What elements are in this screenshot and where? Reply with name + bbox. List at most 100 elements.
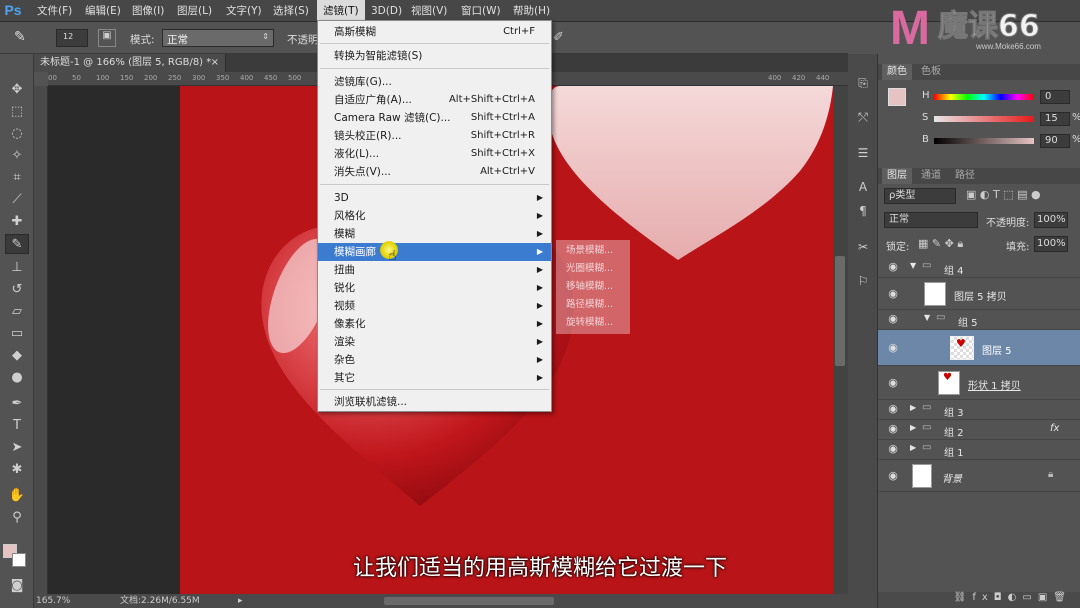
menu-item-render[interactable]: 渲染 ▶ — [318, 333, 551, 351]
tab-channels[interactable]: 通道 — [916, 168, 946, 184]
menu-filter[interactable]: 滤镜(T) — [317, 0, 365, 22]
eye-icon[interactable]: ◉ — [884, 312, 902, 328]
layer-row[interactable]: ◉ ♥ 形状 1 拷贝 — [878, 366, 1080, 400]
blur-tool-icon[interactable]: ◆ — [5, 346, 29, 366]
menu-item-other[interactable]: 其它 ▶ — [318, 369, 551, 387]
close-icon[interactable]: × — [211, 54, 219, 72]
menu-item-blur[interactable]: 模糊 ▶ — [318, 225, 551, 243]
menu-3d[interactable]: 3D(D) — [368, 0, 405, 22]
color-swatch-foreground[interactable] — [888, 88, 906, 106]
menu-item-stylize[interactable]: 风格化 ▶ — [318, 207, 551, 225]
blend-mode-select[interactable]: 正常 — [884, 212, 978, 228]
saturation-input[interactable]: 15 — [1040, 112, 1070, 126]
hand-tool-icon[interactable]: ✋ — [5, 486, 29, 506]
gradient-tool-icon[interactable]: ▭ — [5, 324, 29, 344]
fill-input[interactable]: 100% — [1034, 236, 1068, 252]
menu-view[interactable]: 视图(V) — [408, 0, 450, 22]
menu-item-noise[interactable]: 杂色 ▶ — [318, 351, 551, 369]
paragraph-icon[interactable]: ¶ — [854, 204, 872, 222]
saturation-slider[interactable] — [934, 116, 1034, 122]
eye-icon[interactable]: ◉ — [884, 341, 902, 357]
type-tool-icon[interactable]: T — [5, 416, 29, 436]
menu-item-camera-raw[interactable]: Camera Raw 滤镜(C)... Shift+Ctrl+A — [318, 109, 551, 127]
layer-filter-kind[interactable]: ρ类型 — [884, 188, 956, 204]
menu-file[interactable]: 文件(F) — [34, 0, 75, 22]
menu-item-smart-filter[interactable]: 转换为智能滤镜(S) — [318, 47, 551, 65]
stamp-tool-icon[interactable]: ⊥ — [5, 258, 29, 278]
tab-paths[interactable]: 路径 — [950, 168, 980, 184]
status-menu-arrow-icon[interactable]: ▸ — [238, 594, 243, 608]
scrollbar-thumb[interactable] — [835, 256, 845, 366]
layer-filter-icons[interactable]: ▣ ◐ T ⬚ ▤ ● — [966, 188, 1076, 204]
eye-icon[interactable]: ◉ — [884, 422, 902, 438]
tab-color[interactable]: 颜色 — [882, 64, 912, 80]
eyedropper-tool-icon[interactable]: ⟋ — [5, 190, 29, 210]
crop-tool-icon[interactable]: ⌗ — [5, 168, 29, 188]
brush-tool-icon[interactable]: ✎ — [5, 234, 29, 254]
hue-slider[interactable] — [934, 94, 1034, 100]
history-icon[interactable]: ⎘ — [854, 76, 872, 94]
menu-item-pixelate[interactable]: 像素化 ▶ — [318, 315, 551, 333]
layer-row-selected[interactable]: ◉ ♥ 图层 5 — [878, 330, 1080, 366]
layer-row[interactable]: ◉ ▼ ▭ 组 4 — [878, 258, 1080, 278]
move-tool-icon[interactable]: ✥ — [5, 80, 29, 100]
pen-tool-icon[interactable]: ✒ — [5, 394, 29, 414]
horizontal-scrollbar-thumb[interactable] — [384, 597, 554, 605]
menu-item-liquify[interactable]: 液化(L)... Shift+Ctrl+X — [318, 145, 551, 163]
dodge-tool-icon[interactable]: ● — [5, 368, 29, 388]
submenu-item-iris-blur[interactable]: 光圈模糊... — [556, 260, 630, 278]
path-select-tool-icon[interactable]: ➤ — [5, 438, 29, 458]
marquee-tool-icon[interactable]: ⬚ — [5, 102, 29, 122]
menu-item-filter-gallery[interactable]: 滤镜库(G)... — [318, 73, 551, 91]
eye-icon[interactable]: ◉ — [884, 442, 902, 458]
menu-type[interactable]: 文字(Y) — [223, 0, 265, 22]
zoom-level[interactable]: 165.7% — [36, 594, 70, 608]
healing-tool-icon[interactable]: ✚ — [5, 212, 29, 232]
layer-row[interactable]: ◉ 背景 🔒︎ — [878, 460, 1080, 492]
layer-row[interactable]: ◉ ▶ ▭ 组 1 — [878, 440, 1080, 460]
eraser-tool-icon[interactable]: ▱ — [5, 302, 29, 322]
tab-swatches[interactable]: 色板 — [916, 64, 946, 80]
layer-row[interactable]: ◉ ▶ ▭ 组 2 fx — [878, 420, 1080, 440]
vertical-scrollbar[interactable] — [833, 86, 848, 594]
shape-tool-icon[interactable]: ✱ — [5, 460, 29, 480]
character-icon[interactable]: A — [854, 180, 872, 198]
menu-help[interactable]: 帮助(H) — [510, 0, 553, 22]
menu-layer[interactable]: 图层(L) — [174, 0, 215, 22]
layer-row[interactable]: ◉ ▶ ▭ 组 3 — [878, 400, 1080, 420]
adjustments-icon[interactable]: ☰ — [854, 146, 872, 164]
menu-item-sharpen[interactable]: 锐化 ▶ — [318, 279, 551, 297]
expand-arrow-icon[interactable]: ▼ — [924, 313, 930, 322]
menu-item-video[interactable]: 视频 ▶ — [318, 297, 551, 315]
tool-presets-icon[interactable]: ✂ — [854, 240, 872, 258]
menu-select[interactable]: 选择(S) — [270, 0, 312, 22]
eye-icon[interactable]: ◉ — [884, 287, 902, 303]
quick-select-tool-icon[interactable]: ✧ — [5, 146, 29, 166]
document-tab[interactable]: 未标题-1 @ 166% (图层 5, RGB/8) * × — [34, 54, 226, 72]
brush-preset-picker[interactable]: 12 — [56, 29, 88, 47]
menu-item-gaussian-blur[interactable]: 高斯模糊 Ctrl+F — [318, 23, 551, 41]
menu-item-vanishing-point[interactable]: 消失点(V)... Alt+Ctrl+V — [318, 163, 551, 181]
lasso-tool-icon[interactable]: ◌ — [5, 124, 29, 144]
menu-item-adaptive-wide-angle[interactable]: 自适应广角(A)... Alt+Shift+Ctrl+A — [318, 91, 551, 109]
lock-icons[interactable]: ▦ ✎ ✥ 🔒︎ — [918, 237, 963, 251]
menu-item-blur-gallery[interactable]: 模糊画廊 ▶ ☝ — [318, 241, 551, 264]
menu-window[interactable]: 窗口(W) — [458, 0, 504, 22]
brush-panel-icon[interactable]: ▣ — [98, 29, 116, 47]
submenu-item-field-blur[interactable]: 场景模糊... — [556, 242, 630, 260]
menu-edit[interactable]: 编辑(E) — [82, 0, 124, 22]
menu-item-3d[interactable]: 3D ▶ — [318, 189, 551, 207]
mode-select[interactable]: 正常 ⇕ — [162, 29, 274, 47]
opacity-input[interactable]: 100% — [1034, 212, 1068, 228]
layer-row[interactable]: ◉ ▼ ▭ 组 5 — [878, 310, 1080, 330]
menu-item-browse-online[interactable]: 浏览联机滤镜... — [318, 393, 551, 411]
pressure-icon[interactable]: ✐ — [553, 30, 564, 45]
history-brush-tool-icon[interactable]: ↺ — [5, 280, 29, 300]
submenu-item-spin-blur[interactable]: 旋转模糊... — [556, 314, 630, 332]
menu-image[interactable]: 图像(I) — [129, 0, 167, 22]
brightness-slider[interactable] — [934, 138, 1034, 144]
expand-arrow-icon[interactable]: ▶ — [910, 443, 916, 452]
fx-icon[interactable]: fx — [1050, 423, 1059, 434]
eye-icon[interactable]: ◉ — [884, 376, 902, 392]
brightness-input[interactable]: 90 — [1040, 134, 1070, 148]
